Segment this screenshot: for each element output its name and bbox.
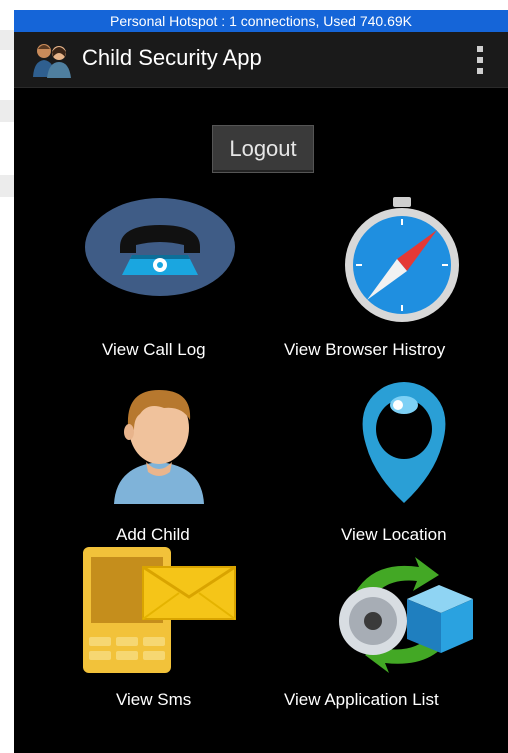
view-sms-tile[interactable]: View Sms	[79, 545, 249, 720]
overflow-menu-icon[interactable]	[474, 46, 486, 74]
background-artifact	[0, 175, 14, 197]
sms-phone-icon	[83, 547, 236, 673]
menu-dot	[477, 68, 483, 74]
view-location-label: View Location	[341, 525, 447, 544]
location-pin-icon	[362, 382, 446, 503]
compass-icon	[345, 197, 459, 322]
view-application-list-label: View Application List	[284, 690, 439, 709]
child-avatar-icon	[114, 390, 204, 504]
application-box-icon	[339, 557, 473, 673]
app-title: Child Security App	[82, 45, 262, 70]
menu-dot	[477, 46, 483, 52]
view-call-log-label: View Call Log	[102, 340, 206, 359]
action-bar: Child Security App	[14, 32, 508, 88]
background-artifact	[0, 30, 14, 50]
telephone-icon	[85, 198, 235, 296]
background-artifact	[0, 100, 14, 122]
menu-dot	[477, 57, 483, 63]
view-browser-history-label: View Browser Histroy	[284, 340, 446, 359]
view-location-tile[interactable]: View Location	[324, 375, 484, 545]
add-child-label: Add Child	[116, 525, 190, 544]
status-bar: Personal Hotspot : 1 connections, Used 7…	[14, 10, 508, 32]
logout-button[interactable]: Logout	[212, 125, 314, 173]
view-application-list-tile[interactable]: View Application List	[279, 555, 494, 715]
phone-screen: Personal Hotspot : 1 connections, Used 7…	[14, 10, 508, 753]
view-sms-label: View Sms	[116, 690, 192, 709]
view-browser-history-tile[interactable]: View Browser Histroy	[279, 195, 494, 365]
status-bar-text: Personal Hotspot : 1 connections, Used 7…	[110, 13, 412, 29]
parents-icon	[33, 44, 71, 78]
add-child-tile[interactable]: Add Child	[94, 380, 244, 544]
view-call-log-tile[interactable]: View Call Log	[74, 195, 244, 365]
